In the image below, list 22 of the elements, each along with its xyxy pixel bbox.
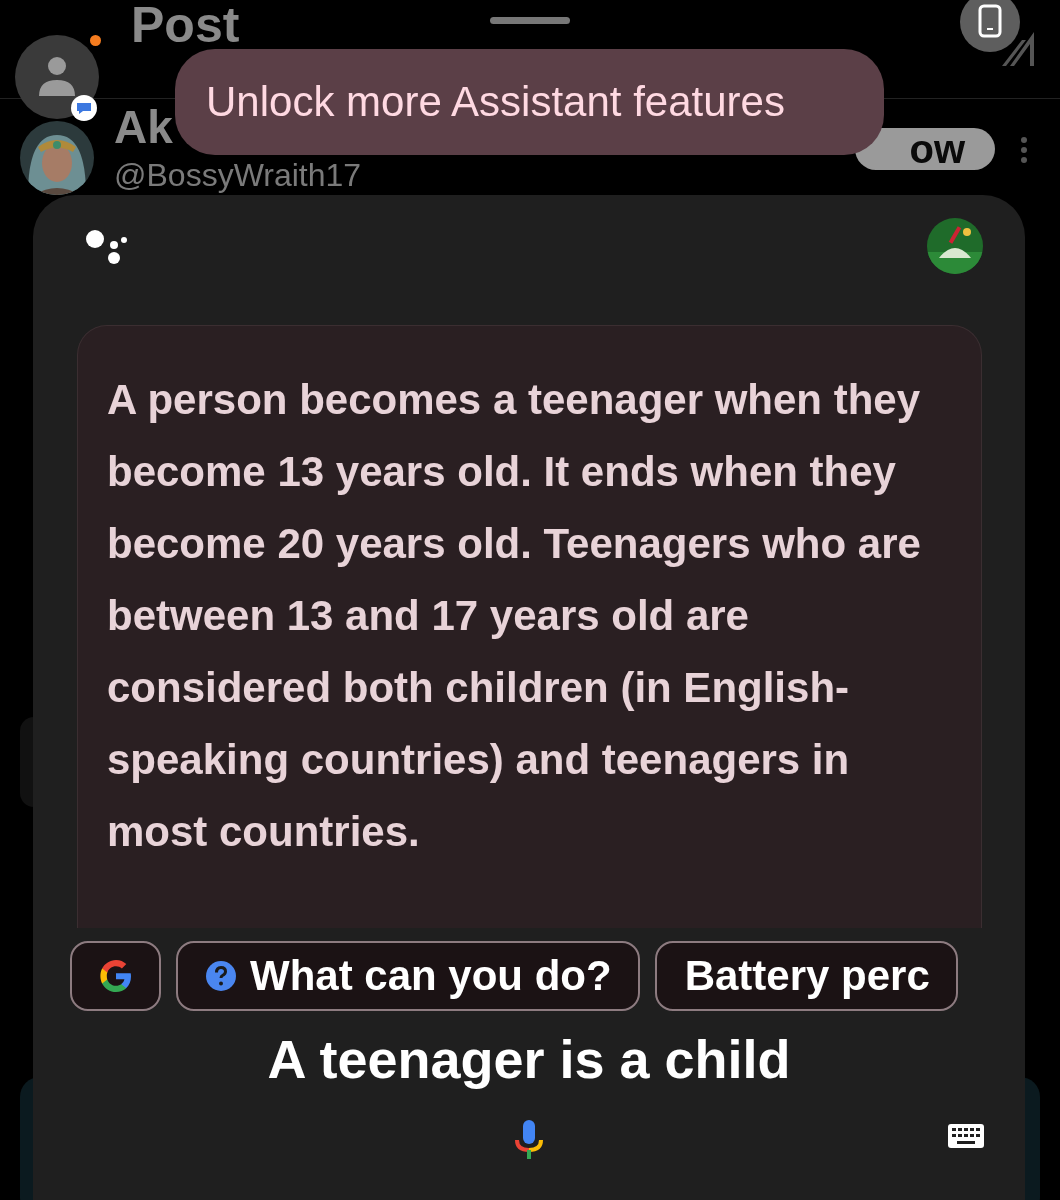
google-search-button[interactable] <box>70 941 161 1011</box>
drag-handle[interactable] <box>490 17 570 24</box>
query-text: A teenager is a child <box>266 1028 792 1090</box>
google-icon <box>97 958 134 994</box>
follow-button[interactable]: ow <box>855 128 995 170</box>
logo-icon <box>1000 30 1036 68</box>
answer-text: A person becomes a teenager when they become 13 years old. It ends when they become 20 years old. Teenagers who are between 13 and 17 years old are considered both children (in English-speaking countries) and teenagers in most countries. <box>107 375 922 857</box>
author-handle: @BossyWraith17 <box>114 157 362 193</box>
help-icon <box>206 961 236 991</box>
keyboard-icon[interactable] <box>947 1123 985 1149</box>
suggestion-chip[interactable]: What can you do? <box>176 941 640 1011</box>
profile-avatar-icon[interactable] <box>15 35 99 119</box>
message-badge-icon <box>71 95 97 121</box>
more-options-icon[interactable] <box>1020 137 1028 163</box>
page-title: Post <box>131 2 240 48</box>
assistant-logo-icon <box>85 229 127 265</box>
suggestion-chip[interactable]: Battery perc <box>654 941 958 1011</box>
microphone-icon[interactable] <box>514 1120 544 1160</box>
author-name: Ak <box>114 101 173 153</box>
notification-dot <box>90 35 101 46</box>
phone-icon[interactable] <box>960 0 1020 52</box>
toast-message: Unlock more Assistant features <box>175 49 884 155</box>
